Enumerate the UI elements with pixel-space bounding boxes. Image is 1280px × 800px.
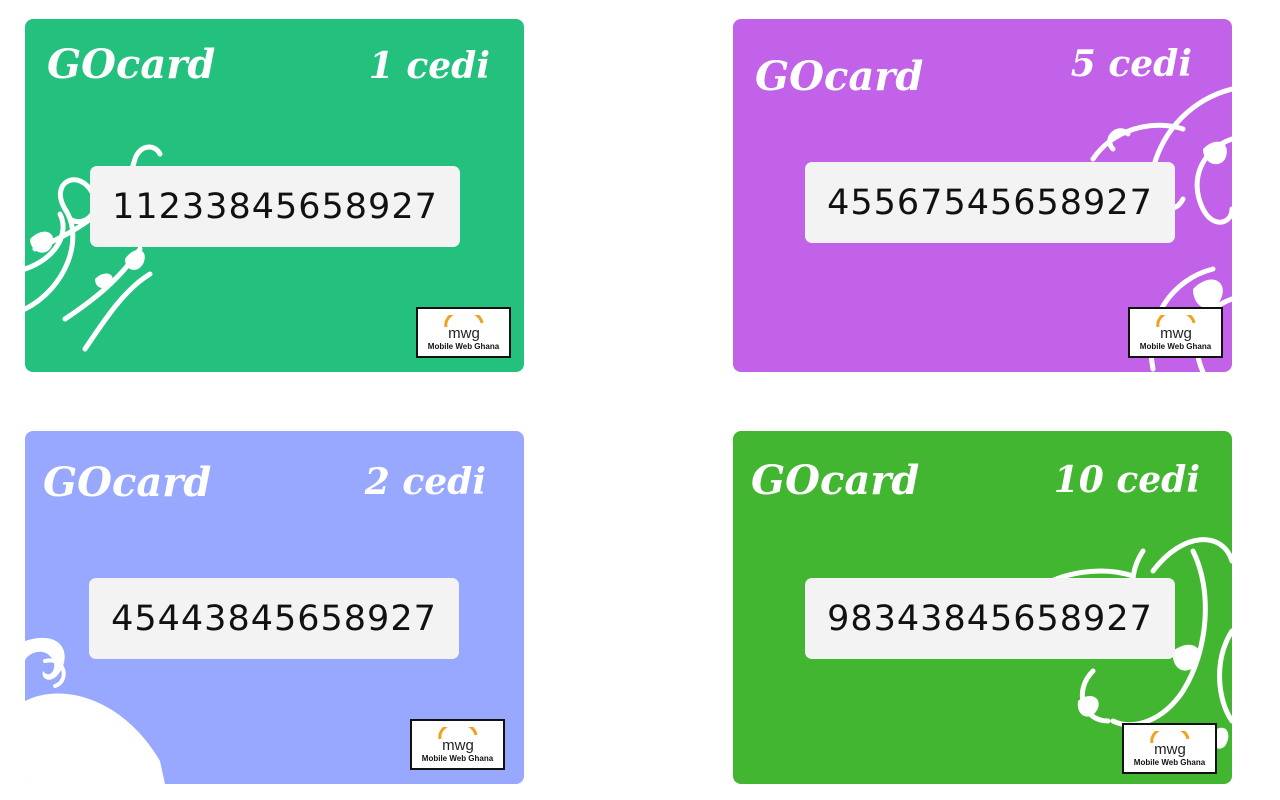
mwg-logo-mark: mwg bbox=[1152, 308, 1200, 342]
mwg-logo: mwg Mobile Web Ghana bbox=[1128, 307, 1223, 358]
gocard-2-cedi: GOcard 2 cedi 45443845658927 mwg Mobile … bbox=[25, 431, 524, 784]
mwg-logo: mwg Mobile Web Ghana bbox=[416, 307, 511, 358]
brand-title: GOcard bbox=[43, 459, 212, 506]
brand-title: GOcard bbox=[751, 457, 920, 504]
brand-title: GOcard bbox=[755, 53, 924, 100]
denomination-label: 2 cedi bbox=[364, 461, 486, 503]
denomination-label: 1 cedi bbox=[368, 45, 490, 87]
mwg-logo-letters: mwg bbox=[442, 737, 474, 753]
mwg-logo-text: Mobile Web Ghana bbox=[1133, 757, 1206, 767]
mwg-logo-text: Mobile Web Ghana bbox=[427, 341, 500, 351]
mwg-logo-mark: mwg bbox=[1146, 724, 1194, 758]
brand-title: GOcard bbox=[47, 41, 216, 88]
mwg-logo: mwg Mobile Web Ghana bbox=[410, 719, 505, 770]
mwg-logo-text: Mobile Web Ghana bbox=[1139, 341, 1212, 351]
mwg-logo: mwg Mobile Web Ghana bbox=[1122, 723, 1217, 774]
mwg-logo-letters: mwg bbox=[1160, 325, 1192, 341]
pin-number: 11233845658927 bbox=[90, 166, 460, 247]
pin-number: 45443845658927 bbox=[89, 578, 459, 659]
pin-number: 45567545658927 bbox=[805, 162, 1175, 243]
mwg-logo-text: Mobile Web Ghana bbox=[421, 753, 494, 763]
gocard-10-cedi: GOcard 10 cedi 98343845658927 mwg Mobile… bbox=[733, 431, 1232, 784]
page: GOcard 1 cedi 11233845658927 mwg Mobile … bbox=[0, 0, 1280, 800]
mwg-logo-mark: mwg bbox=[434, 720, 482, 754]
pin-number: 98343845658927 bbox=[805, 578, 1175, 659]
mwg-logo-letters: mwg bbox=[1154, 741, 1186, 757]
gocard-1-cedi: GOcard 1 cedi 11233845658927 mwg Mobile … bbox=[25, 19, 524, 372]
gocard-5-cedi: GOcard 5 cedi 45567545658927 mwg Mobile … bbox=[733, 19, 1232, 372]
denomination-label: 5 cedi bbox=[1070, 43, 1192, 85]
mwg-logo-letters: mwg bbox=[448, 325, 480, 341]
mwg-logo-mark: mwg bbox=[440, 308, 488, 342]
denomination-label: 10 cedi bbox=[1053, 459, 1200, 501]
